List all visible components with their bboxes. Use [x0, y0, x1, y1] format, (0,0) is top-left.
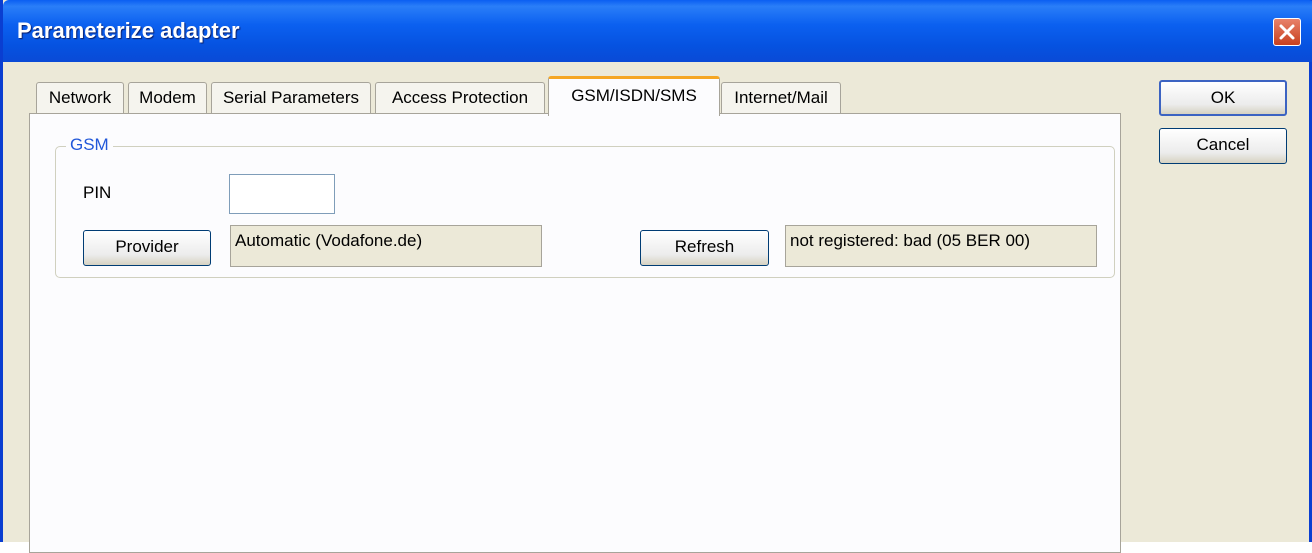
provider-button[interactable]: Provider: [83, 230, 211, 266]
provider-value: Automatic (Vodafone.de): [230, 225, 542, 267]
tab-label: Access Protection: [391, 88, 529, 107]
dialog-window: Parameterize adapter Network Modem Seria…: [0, 0, 1312, 553]
tab-label: Modem: [139, 88, 196, 107]
close-button[interactable]: [1273, 18, 1301, 46]
ok-button[interactable]: OK: [1159, 80, 1287, 116]
tab-label: Internet/Mail: [734, 88, 828, 107]
tab-label: GSM/ISDN/SMS: [571, 86, 697, 105]
tab-network[interactable]: Network: [36, 82, 124, 114]
provider-button-label: Provider: [115, 237, 179, 256]
tab-access-protection[interactable]: Access Protection: [375, 82, 545, 114]
cancel-button-label: Cancel: [1196, 135, 1250, 154]
pin-input[interactable]: [229, 174, 335, 214]
refresh-button[interactable]: Refresh: [640, 230, 769, 266]
tab-internet-mail[interactable]: Internet/Mail: [721, 82, 841, 114]
tab-gsm-isdn-sms[interactable]: GSM/ISDN/SMS: [548, 76, 720, 116]
pin-label: PIN: [83, 183, 112, 202]
ok-button-label: OK: [1210, 88, 1236, 107]
tab-serial-parameters[interactable]: Serial Parameters: [211, 82, 371, 114]
title-bar[interactable]: Parameterize adapter: [3, 0, 1312, 62]
window-title: Parameterize adapter: [17, 18, 240, 43]
gsm-group-title: GSM: [66, 135, 113, 155]
tab-label: Network: [48, 88, 112, 107]
cancel-button[interactable]: Cancel: [1159, 128, 1287, 164]
close-icon: [1279, 24, 1295, 40]
status-value: not registered: bad (05 BER 00): [785, 225, 1097, 267]
refresh-button-label: Refresh: [674, 237, 735, 256]
tab-label: Serial Parameters: [222, 88, 360, 107]
tab-modem[interactable]: Modem: [128, 82, 207, 114]
